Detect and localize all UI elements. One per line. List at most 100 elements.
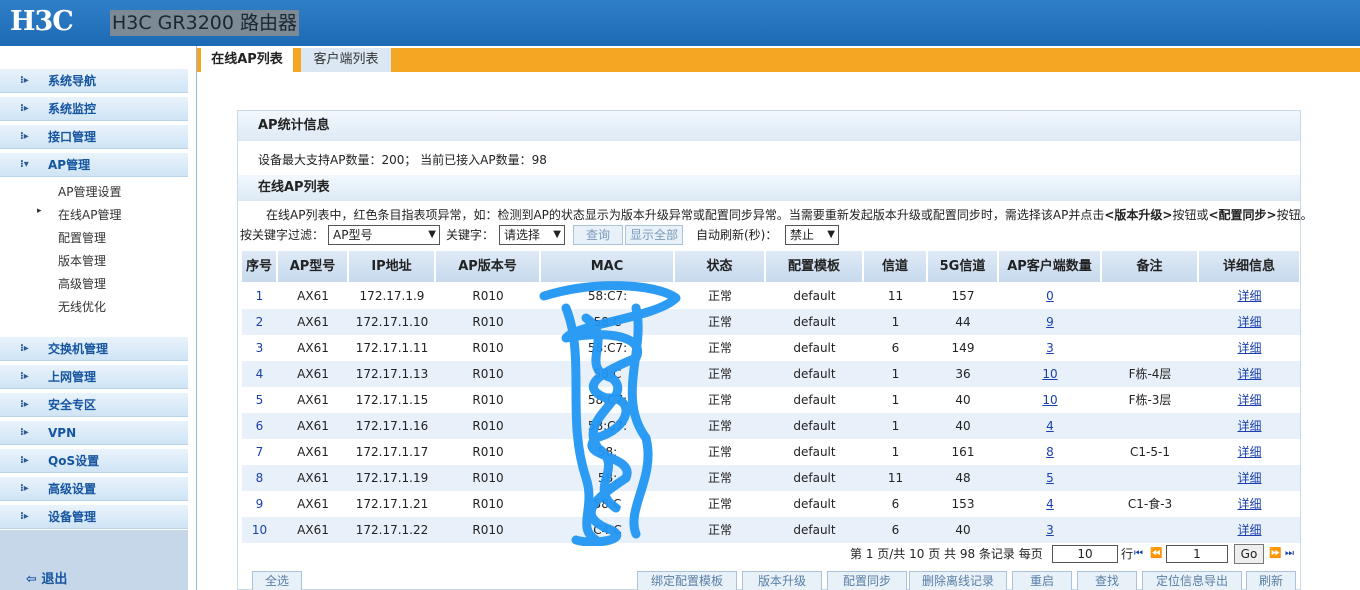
sidebar-subitem-online-ap[interactable]: ▸ 在线AP管理 [37, 206, 122, 223]
table-row[interactable]: 10 AX61 172.17.1.22 R010 C4:C 正常 default 6 40 3 详细 [242, 517, 1300, 543]
cell-clients[interactable]: 0 [999, 283, 1101, 309]
sync-button[interactable]: 配置同步 [827, 571, 907, 590]
cell-ver: R010 [472, 471, 504, 485]
cell-detail[interactable]: 详细 [1199, 465, 1300, 491]
auto-refresh-label: 自动刷新(秒)： [696, 228, 778, 242]
sidebar-item-system-nav[interactable]: ⁝▸ 系统导航 [0, 69, 188, 93]
export-location-button[interactable]: 定位信息导出 [1142, 571, 1242, 590]
col-header-status[interactable]: 状态 [675, 251, 765, 282]
cell-detail[interactable]: 详细 [1199, 491, 1300, 517]
next-page-icon[interactable]: ⏩ [1269, 543, 1281, 565]
expand-icon: ⁝▸ [20, 511, 29, 522]
sidebar-item-qos[interactable]: ⁝▸ QoS设置 [0, 449, 188, 473]
expand-icon: ⁝▸ [20, 103, 29, 114]
first-page-icon[interactable]: ⏮ [1134, 543, 1143, 565]
sidebar-item-advanced[interactable]: ⁝▸ 高级设置 [0, 477, 188, 501]
show-all-button[interactable]: 显示全部 [625, 225, 683, 245]
table-row[interactable]: 7 AX61 172.17.1.17 R010 58: 正常 default 1 161 8 C1-… [242, 439, 1300, 465]
cell-clients[interactable]: 4 [999, 491, 1101, 517]
cell-detail[interactable]: 详细 [1199, 283, 1300, 309]
cell-detail[interactable]: 详细 [1199, 335, 1300, 361]
col-header-clients[interactable]: AP客户端数量 [999, 251, 1101, 282]
logout-button[interactable]: ⇦ 退出 [26, 568, 67, 587]
filter-field-select[interactable]: AP型号 ▼ [328, 225, 440, 245]
cell-idx: 9 [255, 497, 264, 511]
prev-page-icon[interactable]: ⏪ [1150, 543, 1162, 565]
table-row[interactable]: 9 AX61 172.17.1.21 R010 58:C 正常 default 6 153 4 C1… [242, 491, 1300, 517]
table-row[interactable]: 4 AX61 172.17.1.13 R010 58:C 正常 default 1 36 10 F栋… [242, 361, 1300, 387]
find-button[interactable]: 查找 [1077, 571, 1137, 590]
table-row[interactable]: 2 AX61 172.17.1.10 R010 58:C 正常 default 1 44 9 详细 [242, 309, 1300, 335]
col-header-note: 备注 [1102, 251, 1198, 282]
cell-clients[interactable]: 3 [999, 517, 1101, 543]
col-header-5g-channel[interactable]: 5G信道 [928, 251, 998, 282]
cell-ver: R010 [472, 315, 504, 329]
list-section-title: 在线AP列表 [238, 175, 1300, 201]
select-all-button[interactable]: 全选 [252, 571, 302, 590]
cell-clients[interactable]: 5 [999, 465, 1101, 491]
cell-tmpl: default [793, 523, 836, 537]
upgrade-button[interactable]: 版本升级 [742, 571, 822, 590]
sidebar-item-security[interactable]: ⁝▸ 安全专区 [0, 393, 188, 417]
cell-ip: 172.17.1.21 [355, 497, 429, 511]
sidebar-item-system-monitor[interactable]: ⁝▸ 系统监控 [0, 97, 188, 121]
table-row[interactable]: 5 AX61 172.17.1.15 R010 58:C7: 正常 default 1 40 10… [242, 387, 1300, 413]
action-bar: 全选 绑定配置模板 版本升级 配置同步 删除离线记录 重启 查找 定位信息导出 … [252, 571, 1300, 590]
refresh-button[interactable]: 刷新 [1246, 571, 1296, 590]
cell-clients[interactable]: 4 [999, 413, 1101, 439]
cell-detail[interactable]: 详细 [1199, 309, 1300, 335]
chevron-down-icon: ▼ [827, 229, 835, 240]
table-row[interactable]: 3 AX61 172.17.1.11 R010 58:C7: 正常 default 6 149 3… [242, 335, 1300, 361]
col-header-template[interactable]: 配置模板 [766, 251, 863, 282]
sidebar-subitem-version[interactable]: 版本管理 [58, 252, 106, 269]
cell-note [1102, 517, 1198, 543]
restart-button[interactable]: 重启 [1012, 571, 1072, 590]
keyword-select[interactable]: 请选择 ▼ [499, 225, 565, 245]
cell-idx: 1 [255, 289, 264, 303]
sidebar-subitem-ap-settings[interactable]: AP管理设置 [58, 183, 121, 200]
sidebar-item-device[interactable]: ⁝▸ 设备管理 [0, 505, 188, 529]
delete-offline-button[interactable]: 删除离线记录 [909, 571, 1007, 590]
cell-note: F栋-4层 [1128, 367, 1172, 381]
sidebar-subitem-wireless-opt[interactable]: 无线优化 [58, 298, 106, 315]
current-arrow-icon: ▸ [37, 206, 42, 216]
bind-template-button[interactable]: 绑定配置模板 [637, 571, 737, 590]
cell-clients[interactable]: 10 [999, 387, 1101, 413]
sidebar-subitem-config[interactable]: 配置管理 [58, 229, 106, 246]
table-row[interactable]: 8 AX61 172.17.1.19 R010 58: 正常 default 11 48 5 详细 [242, 465, 1300, 491]
sidebar-item-vpn[interactable]: ⁝▸ VPN [0, 421, 188, 445]
tab-online-ap-list[interactable]: 在线AP列表 [201, 48, 293, 72]
desc-sync-ref: <配置同步> [1208, 208, 1277, 222]
cell-detail[interactable]: 详细 [1199, 439, 1300, 465]
search-button[interactable]: 查询 [573, 225, 623, 245]
page-input[interactable]: 1 [1166, 545, 1228, 563]
cell-clients[interactable]: 9 [999, 309, 1101, 335]
cell-detail[interactable]: 详细 [1199, 517, 1300, 543]
go-button[interactable]: Go [1234, 544, 1264, 564]
sidebar-item-internet[interactable]: ⁝▸ 上网管理 [0, 365, 188, 389]
col-header-channel[interactable]: 信道 [864, 251, 927, 282]
cell-clients[interactable]: 8 [999, 439, 1101, 465]
table-row[interactable]: 6 AX61 172.17.1.16 R010 58:C7: 正常 default 1 40 4 详… [242, 413, 1300, 439]
cell-detail[interactable]: 详细 [1199, 387, 1300, 413]
table-row[interactable]: 1 AX61 172.17.1.9 R010 58:C7: 正常 default 11 157 0… [242, 283, 1300, 309]
col-header-ip[interactable]: IP地址 [349, 251, 435, 282]
cell-clients[interactable]: 3 [999, 335, 1101, 361]
per-page-input[interactable]: 10 [1052, 545, 1118, 563]
col-header-version[interactable]: AP版本号 [436, 251, 540, 282]
auto-refresh-select[interactable]: 禁止 ▼ [785, 225, 839, 245]
last-page-icon[interactable]: ⏭ [1285, 543, 1294, 565]
cell-detail[interactable]: 详细 [1199, 413, 1300, 439]
cell-ch5g: 40 [955, 523, 971, 537]
cell-clients[interactable]: 10 [999, 361, 1101, 387]
sidebar-item-ap-management[interactable]: ⁝▾ AP管理 [0, 153, 188, 177]
cell-ch5g: 153 [951, 497, 975, 511]
tab-client-list[interactable]: 客户端列表 [301, 48, 391, 72]
col-header-model[interactable]: AP型号 [278, 251, 348, 282]
col-header-mac[interactable]: MAC [541, 251, 674, 282]
sidebar-item-interface[interactable]: ⁝▸ 接口管理 [0, 125, 188, 149]
sidebar-subitem-label: 在线AP管理 [58, 208, 122, 222]
cell-detail[interactable]: 详细 [1199, 361, 1300, 387]
sidebar-item-switch[interactable]: ⁝▸ 交换机管理 [0, 337, 188, 361]
sidebar-subitem-advanced[interactable]: 高级管理 [58, 275, 106, 292]
